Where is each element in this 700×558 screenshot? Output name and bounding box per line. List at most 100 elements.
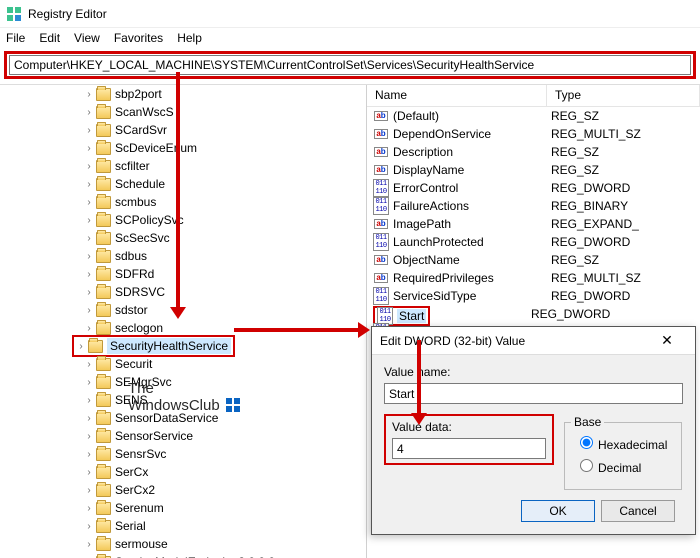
- col-type[interactable]: Type: [547, 85, 700, 106]
- tree-item[interactable]: ›scmbus: [0, 193, 366, 211]
- expand-icon[interactable]: ›: [84, 521, 94, 532]
- base-hex-option[interactable]: Hexadecimal: [575, 433, 671, 452]
- base-dec-option[interactable]: Decimal: [575, 456, 671, 475]
- tree-item-label: SCardSvr: [115, 123, 167, 137]
- tree-item[interactable]: › ScDeviceEnum: [0, 139, 366, 157]
- tree-item[interactable]: ›Serial: [0, 517, 366, 535]
- titlebar: Registry Editor: [0, 0, 700, 28]
- value-row[interactable]: abObjectNameREG_SZ: [367, 251, 700, 269]
- tree-item[interactable]: ›ServiceModelEndpoint 3.0.0.0: [0, 553, 366, 558]
- expand-icon[interactable]: ›: [84, 503, 94, 514]
- value-data-input[interactable]: [392, 438, 546, 459]
- tree-item[interactable]: ›sbp2port: [0, 85, 366, 103]
- value-row[interactable]: abDescriptionREG_SZ: [367, 143, 700, 161]
- tree-item[interactable]: › SensorService: [0, 427, 366, 445]
- tree-item[interactable]: ›SensrSvc: [0, 445, 366, 463]
- tree-item[interactable]: ›SecurityHealthService: [0, 337, 366, 355]
- dialog-close-button[interactable]: ✕: [647, 332, 687, 349]
- tree-item[interactable]: › SCardSvr: [0, 121, 366, 139]
- tree-pane[interactable]: ›sbp2port›ScanWscS›SCardSvr›ScDeviceEnum…: [0, 85, 367, 558]
- binary-icon: 011110: [373, 235, 389, 249]
- value-name-input[interactable]: [384, 383, 683, 404]
- expand-icon[interactable]: ›: [84, 431, 94, 442]
- tree-item-label: scfilter: [115, 159, 150, 173]
- value-type: REG_DWORD: [531, 307, 610, 321]
- folder-icon: [96, 286, 111, 299]
- tree-item[interactable]: › Serenum: [0, 499, 366, 517]
- expand-icon[interactable]: ›: [84, 107, 94, 118]
- column-headers: Name Type: [367, 85, 700, 107]
- cancel-button[interactable]: Cancel: [601, 500, 675, 522]
- tree-item[interactable]: › sermouse: [0, 535, 366, 553]
- base-dec-radio[interactable]: [580, 459, 593, 472]
- menu-help[interactable]: Help: [177, 31, 202, 45]
- expand-icon[interactable]: ›: [84, 539, 94, 550]
- menu-favorites[interactable]: Favorites: [114, 31, 163, 45]
- menu-edit[interactable]: Edit: [39, 31, 60, 45]
- expand-icon[interactable]: ›: [84, 251, 94, 262]
- expand-icon[interactable]: ›: [84, 359, 94, 370]
- value-row[interactable]: ab(Default)REG_SZ: [367, 107, 700, 125]
- tree-item-label: SerCx: [115, 465, 148, 479]
- tree-item-label: Securit: [115, 357, 152, 371]
- expand-icon[interactable]: ›: [84, 197, 94, 208]
- expand-icon[interactable]: ›: [84, 143, 94, 154]
- value-row[interactable]: abImagePathREG_EXPAND_: [367, 215, 700, 233]
- expand-icon[interactable]: ›: [76, 341, 86, 352]
- folder-icon: [96, 268, 111, 281]
- tree-item[interactable]: › scfilter: [0, 157, 366, 175]
- tree-item[interactable]: ›ScSecSvc: [0, 229, 366, 247]
- base-hex-radio[interactable]: [580, 436, 593, 449]
- tree-item-label: SensorService: [115, 429, 193, 443]
- expand-icon[interactable]: ›: [84, 305, 94, 316]
- expand-icon[interactable]: ›: [84, 125, 94, 136]
- ok-button[interactable]: OK: [521, 500, 595, 522]
- expand-icon[interactable]: ›: [84, 215, 94, 226]
- tree-item-label: Serenum: [115, 501, 164, 515]
- value-name: ImagePath: [393, 217, 551, 231]
- expand-icon[interactable]: ›: [84, 323, 94, 334]
- expand-icon[interactable]: ›: [84, 269, 94, 280]
- col-name[interactable]: Name: [367, 85, 547, 106]
- tree-item[interactable]: ›Schedule: [0, 175, 366, 193]
- tree-item[interactable]: ›sdstor: [0, 301, 366, 319]
- value-row[interactable]: 011110ErrorControlREG_DWORD: [367, 179, 700, 197]
- expand-icon[interactable]: ›: [84, 485, 94, 496]
- expand-icon[interactable]: ›: [84, 377, 94, 388]
- folder-icon: [96, 142, 111, 155]
- expand-icon[interactable]: ›: [84, 395, 94, 406]
- expand-icon[interactable]: ›: [84, 413, 94, 424]
- menu-view[interactable]: View: [74, 31, 100, 45]
- edit-dword-dialog: Edit DWORD (32-bit) Value ✕ Value name: …: [371, 326, 696, 535]
- address-bar[interactable]: [9, 55, 691, 75]
- tree-item[interactable]: ›ScanWscS: [0, 103, 366, 121]
- expand-icon[interactable]: ›: [84, 233, 94, 244]
- tree-item-label: sermouse: [115, 537, 168, 551]
- tree-item[interactable]: ›SCPolicySvc: [0, 211, 366, 229]
- menu-file[interactable]: File: [6, 31, 25, 45]
- value-row[interactable]: 011110StartREG_DWORD: [367, 305, 700, 323]
- folder-icon: [96, 124, 111, 137]
- value-type: REG_MULTI_SZ: [551, 127, 641, 141]
- expand-icon[interactable]: ›: [84, 161, 94, 172]
- value-type: REG_DWORD: [551, 181, 630, 195]
- folder-icon: [96, 538, 111, 551]
- tree-item[interactable]: › SerCx: [0, 463, 366, 481]
- tree-item-label: ScDeviceEnum: [115, 141, 197, 155]
- expand-icon[interactable]: ›: [84, 179, 94, 190]
- value-row[interactable]: abDisplayNameREG_SZ: [367, 161, 700, 179]
- folder-icon: [96, 178, 111, 191]
- tree-item[interactable]: ›SDRSVC: [0, 283, 366, 301]
- expand-icon[interactable]: ›: [84, 467, 94, 478]
- value-row[interactable]: 011110FailureActionsREG_BINARY: [367, 197, 700, 215]
- expand-icon[interactable]: ›: [84, 449, 94, 460]
- expand-icon[interactable]: ›: [84, 89, 94, 100]
- tree-item[interactable]: ›sdbus: [0, 247, 366, 265]
- value-row[interactable]: abDependOnServiceREG_MULTI_SZ: [367, 125, 700, 143]
- value-row[interactable]: abRequiredPrivilegesREG_MULTI_SZ: [367, 269, 700, 287]
- tree-item[interactable]: ›SDFRd: [0, 265, 366, 283]
- value-row[interactable]: 011110LaunchProtectedREG_DWORD: [367, 233, 700, 251]
- expand-icon[interactable]: ›: [84, 287, 94, 298]
- tree-item[interactable]: › Securit: [0, 355, 366, 373]
- tree-item[interactable]: ›SerCx2: [0, 481, 366, 499]
